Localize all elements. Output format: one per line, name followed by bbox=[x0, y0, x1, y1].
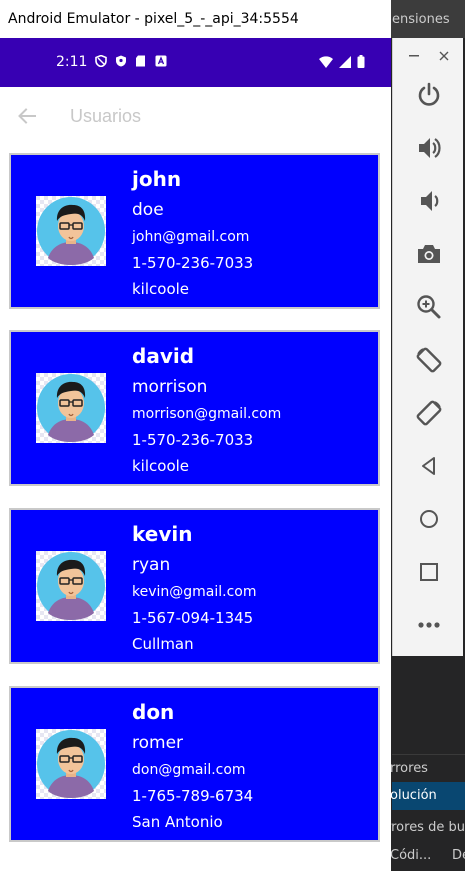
shield-icon bbox=[95, 55, 107, 67]
user-card[interactable]: don romer don@gmail.com 1-765-789-6734 S… bbox=[9, 686, 380, 842]
app-bar: Usuarios bbox=[0, 87, 391, 145]
user-card[interactable]: kevin ryan kevin@gmail.com 1-567-094-134… bbox=[9, 508, 380, 664]
ide-row-label: rrores bbox=[390, 761, 428, 776]
user-first-name: don bbox=[132, 700, 175, 724]
nav-home-button[interactable] bbox=[412, 502, 446, 536]
user-city: San Antonio bbox=[132, 813, 223, 831]
close-icon[interactable] bbox=[439, 51, 449, 61]
volume-down-button[interactable] bbox=[412, 184, 446, 218]
status-icons-left bbox=[95, 55, 167, 67]
minimize-icon[interactable] bbox=[409, 55, 419, 57]
overview-icon bbox=[420, 563, 438, 581]
more-button[interactable] bbox=[412, 608, 446, 642]
user-info: john doe john@gmail.com 1-570-236-7033 k… bbox=[132, 163, 253, 302]
user-email: morrison@gmail.com bbox=[132, 406, 282, 422]
user-email: john@gmail.com bbox=[132, 229, 250, 245]
screenshot-button[interactable] bbox=[412, 237, 446, 271]
rotate-right-icon bbox=[416, 400, 442, 426]
security-icon bbox=[116, 55, 126, 67]
user-phone: 1-570-236-7033 bbox=[132, 431, 254, 449]
ide-row[interactable]: rrores de bu bbox=[386, 814, 465, 842]
user-card[interactable]: david morrison morrison@gmail.com 1-570-… bbox=[9, 330, 380, 486]
user-list: john doe john@gmail.com 1-570-236-7033 k… bbox=[0, 145, 391, 863]
user-last-name: romer bbox=[132, 733, 184, 753]
window-title: Android Emulator - pixel_5_-_api_34:5554 bbox=[8, 11, 299, 27]
battery-icon bbox=[357, 55, 365, 68]
zoom-icon bbox=[417, 295, 441, 319]
ide-top-bar: ensiones bbox=[390, 0, 465, 38]
volume-up-button[interactable] bbox=[412, 131, 446, 165]
window-title-bar[interactable]: Android Emulator - pixel_5_-_api_34:5554 bbox=[0, 0, 391, 38]
ide-row-label: rrores de bu bbox=[386, 820, 465, 835]
nav-overview-button[interactable] bbox=[412, 555, 446, 589]
user-city: kilcoole bbox=[132, 280, 190, 298]
user-phone: 1-765-789-6734 bbox=[132, 787, 254, 805]
ide-row-label: Códi... bbox=[390, 848, 432, 863]
power-button[interactable] bbox=[412, 78, 446, 112]
sd-card-icon bbox=[136, 55, 145, 67]
nav-gesture-bar bbox=[0, 862, 391, 871]
user-info: don romer don@gmail.com 1-765-789-6734 S… bbox=[132, 696, 253, 835]
rotate-right-button[interactable] bbox=[412, 396, 446, 430]
status-bar: 2:11 bbox=[0, 38, 391, 87]
user-first-name: kevin bbox=[132, 522, 193, 546]
user-info: kevin ryan kevin@gmail.com 1-567-094-134… bbox=[132, 518, 257, 657]
user-email: kevin@gmail.com bbox=[132, 584, 257, 600]
page-title: Usuarios bbox=[70, 106, 142, 126]
user-card[interactable]: john doe john@gmail.com 1-570-236-7033 k… bbox=[9, 153, 380, 309]
rotate-left-icon bbox=[416, 347, 442, 373]
user-avatar-icon bbox=[36, 551, 106, 621]
volume-up-icon bbox=[419, 138, 441, 158]
back-icon bbox=[422, 457, 435, 475]
home-icon bbox=[420, 510, 438, 528]
user-avatar-icon bbox=[36, 373, 106, 443]
signal-icon bbox=[339, 55, 351, 68]
zoom-button[interactable] bbox=[412, 290, 446, 324]
user-first-name: john bbox=[132, 167, 182, 191]
user-phone: 1-570-236-7033 bbox=[132, 254, 254, 272]
user-first-name: david bbox=[132, 344, 195, 368]
nav-back-button[interactable] bbox=[412, 449, 446, 483]
rotate-left-button[interactable] bbox=[412, 343, 446, 377]
ide-row[interactable]: olución bbox=[390, 782, 465, 810]
emulator-window: Android Emulator - pixel_5_-_api_34:5554… bbox=[0, 0, 391, 871]
user-avatar-icon bbox=[36, 729, 106, 799]
user-last-name: doe bbox=[132, 200, 164, 220]
power-icon bbox=[418, 82, 440, 106]
ide-tab-label[interactable]: ensiones bbox=[392, 12, 450, 27]
user-phone: 1-567-094-1345 bbox=[132, 609, 254, 627]
toolbar-window-controls bbox=[393, 44, 464, 66]
user-avatar-icon bbox=[36, 196, 106, 266]
ide-row[interactable]: rrores bbox=[390, 754, 465, 782]
app-notification-icon bbox=[155, 55, 167, 67]
ide-row-label: olución bbox=[390, 788, 437, 803]
user-email: don@gmail.com bbox=[132, 762, 246, 778]
ide-row-label: De bbox=[452, 848, 465, 863]
back-arrow-icon[interactable] bbox=[16, 105, 38, 127]
wifi-icon bbox=[319, 55, 333, 68]
user-last-name: morrison bbox=[132, 377, 208, 397]
user-info: david morrison morrison@gmail.com 1-570-… bbox=[132, 340, 281, 479]
ide-row[interactable]: Códi... De bbox=[390, 842, 465, 870]
status-icons-right bbox=[319, 55, 365, 68]
emulator-toolbar bbox=[392, 38, 463, 656]
user-last-name: ryan bbox=[132, 555, 171, 575]
more-icon bbox=[418, 622, 440, 628]
user-city: Cullman bbox=[132, 635, 194, 653]
user-city: kilcoole bbox=[132, 457, 190, 475]
volume-down-icon bbox=[421, 191, 439, 211]
camera-icon bbox=[418, 245, 440, 263]
status-time: 2:11 bbox=[56, 54, 88, 70]
